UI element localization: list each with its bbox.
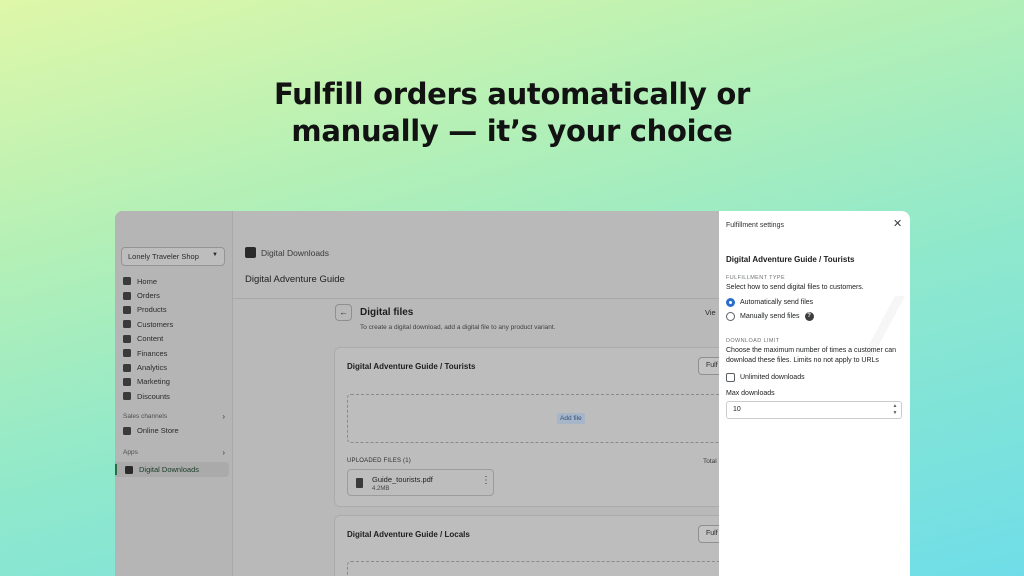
download-limit-label: DOWNLOAD LIMIT — [726, 338, 780, 344]
headline-line-2: manually — it’s your choice — [291, 114, 733, 148]
sidebar-item-marketing[interactable]: Marketing — [123, 375, 227, 389]
sidebar-item-online-store[interactable]: Online Store — [123, 426, 179, 435]
more-actions-icon[interactable]: ⋮ — [481, 475, 491, 486]
sales-channels-section[interactable]: Sales channels › — [123, 412, 227, 421]
sidebar-item-label: Marketing — [137, 377, 170, 387]
view-link[interactable]: Vie — [705, 308, 716, 317]
file-dropzone[interactable] — [347, 561, 737, 576]
sidebar-item-content[interactable]: Content — [123, 332, 227, 346]
app-header: Digital Downloads — [245, 247, 329, 258]
sidebar-item-label: Online Store — [137, 426, 179, 435]
chevron-right-icon: › — [222, 412, 225, 421]
variant-card: Digital Adventure Guide / Locals Fulf — [334, 515, 738, 576]
discount-icon — [123, 392, 131, 401]
arrow-left-icon: ← — [339, 307, 348, 317]
close-icon[interactable]: ✕ — [893, 219, 902, 230]
orders-icon — [123, 291, 131, 300]
download-limit-description: Choose the maximum number of times a cus… — [726, 347, 897, 364]
radio-label: Manually send files — [740, 313, 800, 320]
max-downloads-input[interactable]: 10 ▲ ▼ — [726, 401, 902, 419]
page-title: Digital Adventure Guide — [245, 274, 345, 285]
radio-manual-send[interactable]: Manually send files ? — [726, 312, 814, 321]
file-dropzone[interactable]: Add file — [347, 394, 737, 443]
file-size: 4.2MB — [372, 486, 390, 492]
store-icon — [123, 426, 131, 435]
max-downloads-value: 10 — [733, 406, 741, 413]
variant-card: Digital Adventure Guide / Tourists Fulf … — [334, 347, 738, 507]
unlimited-downloads-checkbox[interactable]: Unlimited downloads — [726, 373, 805, 382]
add-file-button[interactable]: Add file — [557, 413, 585, 424]
hero-headline: Fulfill orders automatically or manually… — [0, 76, 1024, 150]
admin-backdrop: Lonely Traveler Shop ▼ Home Orders Produ… — [115, 211, 738, 576]
checkbox[interactable] — [726, 373, 735, 382]
bank-icon — [123, 349, 131, 358]
radio-unselected[interactable] — [726, 312, 735, 321]
section-subtitle: To create a digital download, add a digi… — [360, 324, 556, 331]
sidebar-nav: Home Orders Products Customers Content F… — [123, 274, 227, 404]
uploaded-files-label: UPLOADED FILES (1) — [347, 458, 411, 464]
card-title: Digital Adventure Guide / Tourists — [347, 362, 476, 371]
panel-title: Digital Adventure Guide / Tourists — [726, 255, 855, 264]
stepper-icon[interactable]: ▲ ▼ — [891, 403, 899, 417]
content-icon — [123, 334, 131, 343]
home-icon — [123, 277, 131, 286]
sidebar-item-analytics[interactable]: Analytics — [123, 360, 227, 374]
sidebar-item-products[interactable]: Products — [123, 303, 227, 317]
section-label: Apps — [123, 449, 138, 456]
sidebar-item-label: Customers — [137, 319, 174, 329]
tag-icon — [123, 305, 131, 314]
panel-header: Fulfillment settings — [726, 222, 784, 229]
sidebar-item-label: Orders — [137, 291, 160, 301]
chevron-right-icon: › — [222, 448, 225, 457]
sidebar-item-label: Content — [137, 334, 164, 344]
sidebar-item-discounts[interactable]: Discounts — [123, 389, 227, 403]
radio-selected[interactable] — [726, 298, 735, 307]
sidebar-item-home[interactable]: Home — [123, 274, 227, 288]
section-label: Sales channels — [123, 413, 168, 420]
caret-down-icon: ▼ — [212, 252, 218, 258]
sidebar-item-label: Analytics — [137, 363, 168, 373]
sidebar: Lonely Traveler Shop ▼ Home Orders Produ… — [115, 211, 233, 576]
app-icon — [125, 465, 133, 474]
sidebar-item-orders[interactable]: Orders — [123, 288, 227, 302]
sidebar-item-label: Products — [137, 305, 167, 315]
sidebar-item-label: Home — [137, 276, 158, 286]
sidebar-item-customers[interactable]: Customers — [123, 317, 227, 331]
sidebar-item-label: Finances — [137, 348, 168, 358]
headline-line-1: Fulfill orders automatically or — [274, 77, 750, 111]
fulfillment-settings-panel: Fulfillment settings ✕ Digital Adventure… — [719, 211, 910, 576]
apps-section[interactable]: Apps › — [123, 448, 227, 457]
section-title: Digital files — [360, 307, 414, 318]
divider — [233, 298, 719, 299]
app-window: Lonely Traveler Shop ▼ Home Orders Produ… — [115, 211, 910, 576]
sidebar-item-label: Digital Downloads — [139, 465, 200, 474]
fulfillment-type-label: FULFILLMENT TYPE — [726, 275, 786, 281]
sidebar-item-finances[interactable]: Finances — [123, 346, 227, 360]
app-logo-icon — [245, 247, 256, 258]
max-downloads-label: Max downloads — [726, 390, 775, 397]
fulfillment-type-description: Select how to send digital files to cust… — [726, 284, 864, 291]
total-label: Total — [703, 458, 717, 465]
shop-name: Lonely Traveler Shop — [128, 252, 199, 261]
chart-icon — [123, 363, 131, 372]
help-icon[interactable]: ? — [804, 312, 814, 321]
radio-label: Automatically send files — [740, 299, 814, 306]
checkbox-label: Unlimited downloads — [740, 374, 805, 381]
shop-selector[interactable]: Lonely Traveler Shop ▼ — [121, 247, 225, 266]
person-icon — [123, 320, 131, 329]
back-button[interactable]: ← — [335, 304, 352, 321]
sidebar-item-digital-downloads[interactable]: Digital Downloads — [115, 462, 229, 477]
file-name: Guide_tourists.pdf — [372, 475, 433, 484]
card-title: Digital Adventure Guide / Locals — [347, 530, 470, 539]
sidebar-item-label: Discounts — [137, 391, 170, 401]
app-name: Digital Downloads — [261, 247, 330, 258]
radio-auto-send[interactable]: Automatically send files — [726, 298, 813, 307]
file-item[interactable]: Guide_tourists.pdf 4.2MB ⋮ — [347, 469, 494, 496]
target-icon — [123, 377, 131, 386]
active-indicator — [115, 464, 117, 475]
document-icon — [356, 478, 363, 488]
